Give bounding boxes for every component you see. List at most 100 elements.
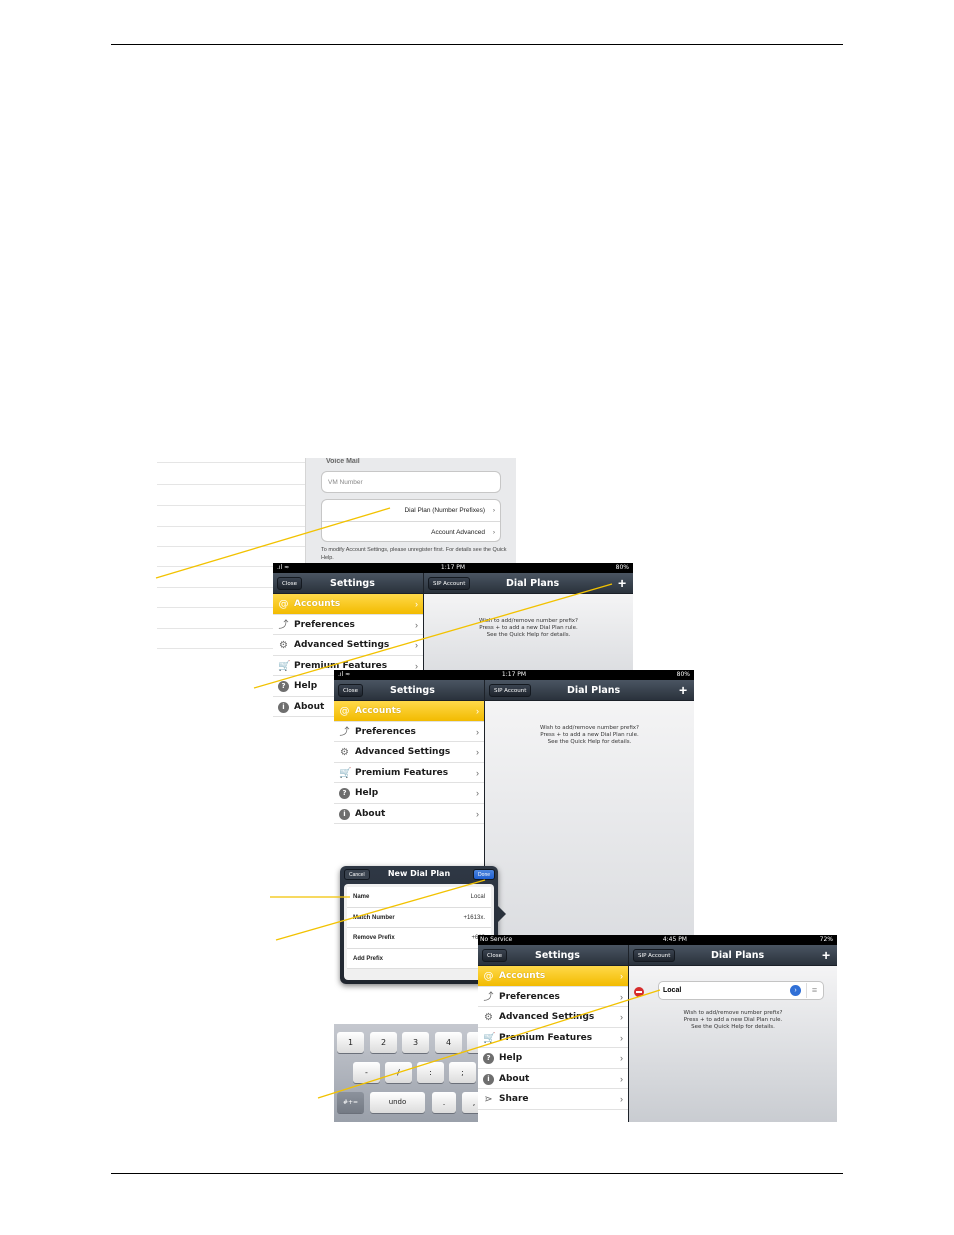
name-field[interactable]: Name Local (347, 887, 491, 908)
done-button[interactable]: Done (473, 869, 495, 880)
detail-disclosure-icon[interactable]: › (790, 985, 801, 996)
menu-label: Accounts (355, 706, 402, 716)
menu-item-help[interactable]: ? Help › (334, 783, 484, 804)
menu-label: Preferences (355, 726, 416, 737)
status-bar: No Service 4:45 PM 72% (478, 935, 837, 945)
dial-plan-label: Dial Plan (Number Prefixes) (404, 507, 485, 514)
menu-item-accounts[interactable]: @ Accounts › (334, 701, 484, 722)
menu-item-advanced-settings[interactable]: ⚙ Advanced Settings › (478, 1007, 628, 1028)
dial-plans-screenshot-3: No Service 4:45 PM 72% Close Settings SI… (478, 935, 837, 1122)
battery-level: 72% (819, 936, 833, 943)
chevron-right-icon: › (492, 507, 495, 514)
dial-plans-help: Wish to add/remove number prefix? Press … (424, 618, 633, 639)
gears-icon: ⚙ (340, 747, 349, 758)
settings-title: Settings (330, 578, 375, 589)
plus-icon[interactable]: + (618, 575, 626, 592)
close-button[interactable]: Close (277, 577, 302, 590)
help-line: Press + to add a new Dial Plan rule. (683, 1017, 783, 1023)
plus-icon[interactable]: + (679, 682, 687, 699)
gears-icon: ⚙ (484, 1012, 493, 1023)
field-value: Local (470, 894, 485, 900)
menu-label: Accounts (499, 971, 546, 981)
delete-icon[interactable] (634, 987, 644, 997)
chevron-right-icon: › (476, 788, 479, 798)
menu-label: Premium Features (355, 767, 449, 778)
menu-label: Preferences (294, 619, 355, 630)
key[interactable]: 1 (337, 1032, 364, 1053)
account-advanced-row[interactable]: Account Advanced › (322, 521, 500, 542)
key[interactable]: 2 (370, 1032, 397, 1053)
key[interactable]: - (353, 1062, 380, 1083)
sip-account-button[interactable]: SIP Account (428, 577, 471, 590)
key[interactable]: / (385, 1062, 412, 1083)
settings-menu: @ Accounts › ⤴ Preferences › ⚙ Advanced Setti… (478, 966, 628, 1110)
nav-bar: Close Settings SIP Account Dial Plans + (334, 680, 694, 701)
dial-plans-title: Dial Plans (506, 578, 560, 589)
reorder-icon[interactable]: ≡ (806, 983, 822, 998)
nav-bar: Close Settings SIP Account Dial Plans + (478, 945, 837, 966)
menu-item-share[interactable]: ⋗ Share › (478, 1089, 628, 1110)
status-time: 4:45 PM (662, 936, 687, 943)
wrench-icon: ⤴ (339, 726, 350, 738)
undo-key[interactable]: undo (370, 1092, 425, 1113)
key[interactable]: ; (449, 1062, 476, 1083)
field-label: Add Prefix (353, 955, 384, 962)
help-line: See the Quick Help for details. (486, 632, 571, 638)
chevron-right-icon: › (415, 640, 418, 650)
share-icon: ⋗ (484, 1094, 493, 1105)
status-time: 1:17 PM (440, 564, 466, 571)
at-icon: @ (483, 971, 494, 982)
menu-item-premium-features[interactable]: 🛒 Premium Features › (334, 763, 484, 783)
cart-icon: 🛒 (278, 660, 291, 672)
key[interactable]: 4 (435, 1032, 462, 1053)
add-prefix-field[interactable]: Add Prefix9 (347, 948, 491, 969)
chevron-right-icon: › (620, 1094, 623, 1104)
carrier-label: No Service (480, 936, 513, 943)
menu-label: About (294, 701, 325, 712)
menu-item-accounts[interactable]: @ Accounts › (273, 594, 423, 615)
dial-plans-title: Dial Plans (567, 685, 621, 696)
chevron-right-icon: › (620, 991, 623, 1002)
menu-item-premium-features[interactable]: 🛒 Premium Features › (478, 1028, 628, 1048)
settings-title: Settings (535, 950, 580, 961)
close-button[interactable]: Close (338, 684, 363, 697)
chevron-right-icon: › (476, 747, 479, 757)
menu-item-help[interactable]: ? Help › (478, 1048, 628, 1069)
key[interactable]: 3 (402, 1032, 429, 1053)
chevron-right-icon: › (620, 971, 623, 981)
cart-icon: 🛒 (339, 767, 352, 779)
dial-plan-rule-row[interactable]: Local › ≡ (658, 981, 824, 1000)
battery-level: 80% (615, 564, 629, 571)
close-button[interactable]: Close (482, 949, 507, 962)
menu-item-advanced-settings[interactable]: ⚙ Advanced Settings › (334, 742, 484, 763)
menu-label: About (355, 808, 386, 819)
sip-account-button[interactable]: SIP Account (633, 949, 676, 962)
menu-item-advanced-settings[interactable]: ⚙ Advanced Settings › (273, 635, 423, 656)
footer-rule (111, 1173, 843, 1174)
symbols-key[interactable]: #+= (337, 1092, 364, 1113)
menu-item-preferences[interactable]: ⤴ Preferences › (478, 987, 628, 1007)
remove-prefix-field[interactable]: Remove Prefix+613 (347, 928, 491, 949)
plus-icon[interactable]: + (822, 947, 830, 964)
status-bar: .ıl ≈ 1:17 PM 80% (273, 563, 633, 573)
nav-bar: Close Settings SIP Account Dial Plans + (273, 573, 633, 594)
info-icon: i (278, 701, 289, 713)
menu-label: Preferences (499, 991, 560, 1002)
dial-plan-row[interactable]: Dial Plan (Number Prefixes) › (322, 500, 500, 521)
menu-item-accounts[interactable]: @ Accounts › (478, 966, 628, 987)
key[interactable]: . (432, 1092, 456, 1113)
menu-item-preferences[interactable]: ⤴ Preferences › (273, 615, 423, 635)
menu-item-about[interactable]: i About › (478, 1069, 628, 1089)
menu-item-preferences[interactable]: ⤴ Preferences › (334, 722, 484, 742)
info-icon: i (339, 808, 350, 820)
chevron-right-icon: › (476, 706, 479, 716)
key[interactable]: : (417, 1062, 444, 1083)
menu-label: Advanced Settings (355, 747, 451, 757)
sip-account-button[interactable]: SIP Account (489, 684, 532, 697)
match-number-field[interactable]: Match Number +1613x. (347, 907, 491, 928)
help-icon: ? (483, 1053, 494, 1064)
menu-label: Help (499, 1053, 523, 1063)
field-label: Name (353, 894, 370, 900)
menu-item-about[interactable]: i About › (334, 804, 484, 824)
vm-number-field[interactable]: VM Number (321, 471, 501, 493)
